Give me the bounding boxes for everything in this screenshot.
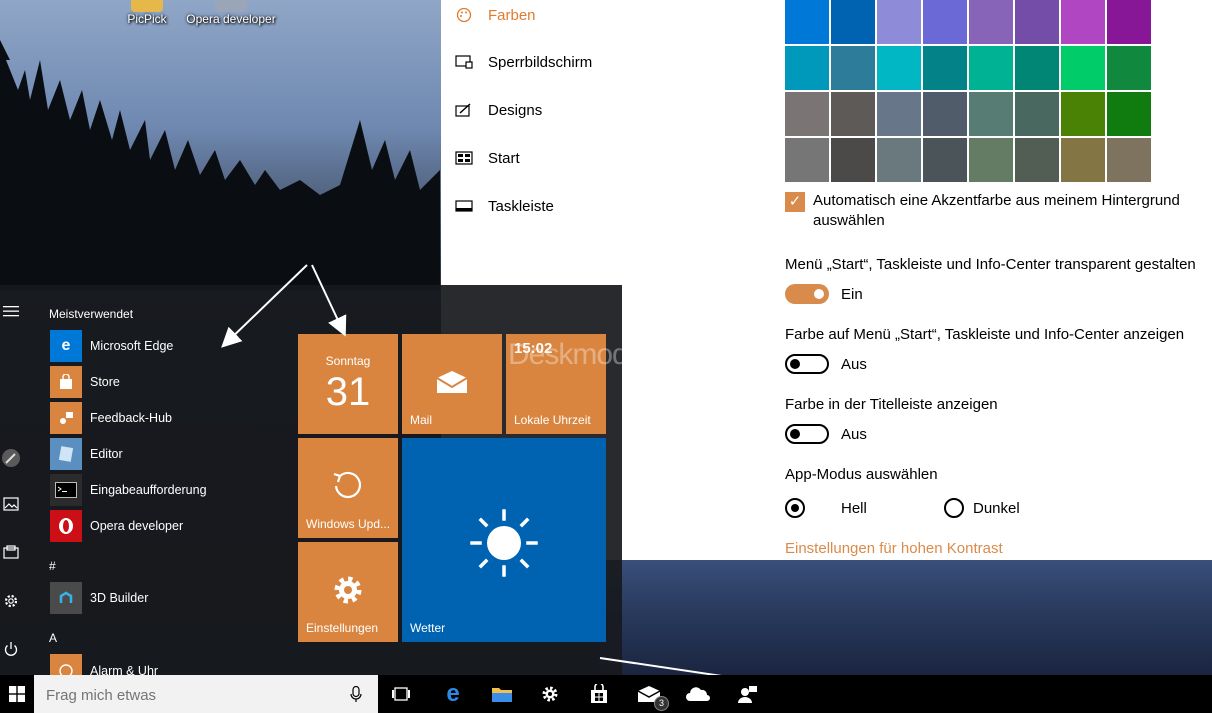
start-button[interactable] bbox=[0, 675, 34, 713]
annotation-arrows bbox=[221, 264, 807, 696]
onedrive-icon[interactable] bbox=[683, 679, 713, 709]
store-taskbar-icon[interactable] bbox=[584, 679, 614, 709]
taskbar: e 3 bbox=[0, 675, 1212, 713]
search-box[interactable] bbox=[34, 675, 378, 713]
mail-badge: 3 bbox=[654, 696, 669, 711]
mail-taskbar-icon[interactable]: 3 bbox=[634, 679, 669, 711]
people-icon[interactable] bbox=[732, 679, 762, 709]
settings-taskbar-icon[interactable] bbox=[535, 679, 565, 709]
windows-logo-icon bbox=[9, 686, 25, 702]
edge-taskbar-icon[interactable]: e bbox=[438, 679, 468, 709]
search-input[interactable] bbox=[44, 684, 338, 706]
file-explorer-icon[interactable] bbox=[487, 679, 517, 709]
task-view-icon[interactable] bbox=[386, 679, 416, 709]
microphone-icon[interactable] bbox=[350, 686, 362, 703]
